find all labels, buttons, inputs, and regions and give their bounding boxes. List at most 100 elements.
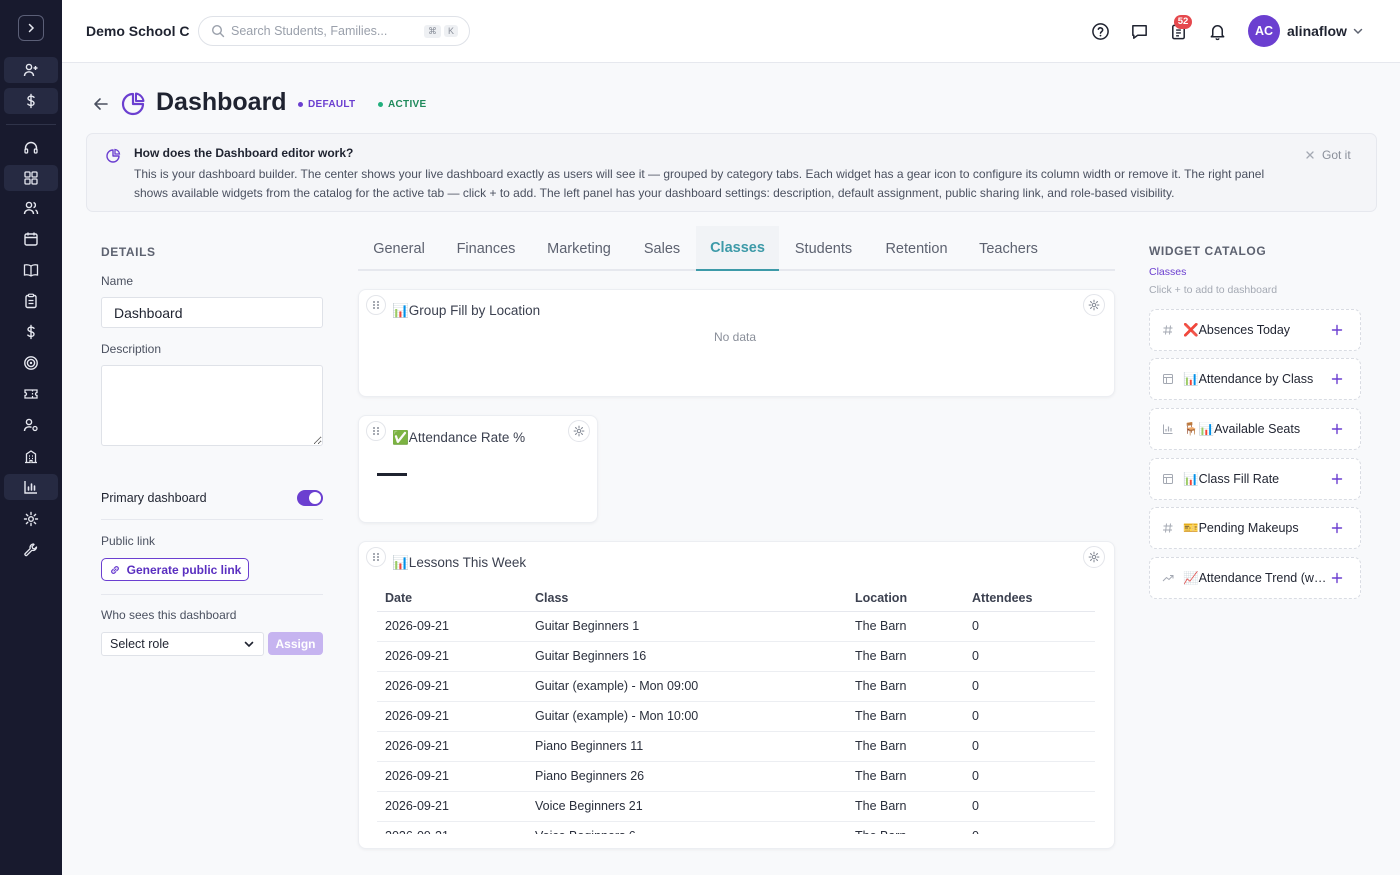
lessons-table-scroll[interactable]: Date Class Location Attendees 2026-09-21… <box>358 580 1115 834</box>
plus-icon[interactable] <box>1330 571 1344 585</box>
search-box[interactable]: ⌘ K <box>198 16 470 46</box>
sidebar-item-goals[interactable] <box>4 350 58 376</box>
catalog-heading: WIDGET CATALOG <box>1149 244 1267 258</box>
cell-location: The Barn <box>847 611 964 642</box>
tab-retention[interactable]: Retention <box>868 226 965 271</box>
widget-title: 📊Group Fill by Location <box>392 303 541 318</box>
generate-public-link-button[interactable]: Generate public link <box>101 558 249 581</box>
sidebar-item-reports[interactable] <box>4 474 58 500</box>
catalog-item-pending-makeups[interactable]: 🎫Pending Makeups <box>1149 507 1361 549</box>
catalog-item-label: 📊Attendance by Class <box>1183 372 1314 386</box>
shortcut-key-k: K <box>444 25 459 37</box>
column-header-class: Class <box>527 585 847 612</box>
search-input[interactable] <box>231 24 421 38</box>
username[interactable]: alinaflow <box>1287 23 1347 39</box>
sidebar-item-billing[interactable] <box>4 319 58 345</box>
back-arrow-icon[interactable] <box>91 94 111 114</box>
catalog-hint: Click + to add to dashboard <box>1149 284 1278 296</box>
tab-marketing[interactable]: Marketing <box>532 226 626 271</box>
hash-icon <box>1163 325 1173 335</box>
widget-title: ✅Attendance Rate % <box>392 430 526 445</box>
primary-dashboard-toggle[interactable] <box>297 490 323 506</box>
dashboard-grid-icon <box>24 171 38 185</box>
catalog-item-available-seats[interactable]: 🪑📊Available Seats <box>1149 408 1361 450</box>
drag-handle[interactable] <box>366 295 386 315</box>
banner-title: How does the Dashboard editor work? <box>134 146 354 160</box>
user-cog-icon <box>23 418 38 432</box>
catalog-item-absences-today[interactable]: ❌Absences Today <box>1149 309 1361 351</box>
description-field[interactable] <box>101 365 323 446</box>
catalog-item-attendance-trend[interactable]: 📈Attendance Trend (weekly) <box>1149 557 1361 599</box>
cell-attendees: 0 <box>964 701 1095 732</box>
bar-chart-icon <box>24 481 37 494</box>
plus-icon[interactable] <box>1330 521 1344 535</box>
building-icon <box>25 450 37 464</box>
cell-location: The Barn <box>847 821 964 834</box>
page-title: Dashboard <box>156 88 287 116</box>
role-select[interactable]: Select role <box>101 632 264 656</box>
chat-bubble-icon <box>1131 24 1147 39</box>
catalog-item-attendance-by-class[interactable]: 📊Attendance by Class <box>1149 358 1361 400</box>
catalog-item-label: 🪑📊Available Seats <box>1183 422 1301 436</box>
column-header-attendees: Attendees <box>964 585 1095 612</box>
lessons-table: Date Class Location Attendees 2026-09-21… <box>377 585 1095 834</box>
plus-icon[interactable] <box>1330 323 1344 337</box>
gear-icon <box>573 425 585 437</box>
messages-button[interactable] <box>1128 20 1150 42</box>
avatar[interactable]: AC <box>1248 15 1280 47</box>
tab-general[interactable]: General <box>358 226 440 271</box>
name-field[interactable] <box>101 297 323 328</box>
widget-settings-button[interactable] <box>1083 546 1105 568</box>
ticket-icon <box>24 389 38 399</box>
sidebar-item-tools[interactable] <box>4 537 58 563</box>
cell-class: Guitar (example) - Mon 09:00 <box>527 671 847 702</box>
top-header: Demo School C ⌘ K 52 AC alinaflow <box>62 0 1400 63</box>
tab-classes[interactable]: Classes <box>696 226 779 271</box>
tab-finances[interactable]: Finances <box>440 226 532 271</box>
sidebar-item-tickets[interactable] <box>4 381 58 407</box>
cell-location: The Barn <box>847 701 964 732</box>
dismiss-banner-button[interactable]: Got it <box>1305 148 1351 162</box>
wrench-icon <box>24 543 38 557</box>
chevron-down-icon[interactable] <box>1352 25 1364 37</box>
table-row: 2026-09-21 Guitar (example) - Mon 10:00 Th… <box>377 701 1095 732</box>
sidebar-item-settings[interactable] <box>4 506 58 532</box>
tab-teachers[interactable]: Teachers <box>965 226 1052 271</box>
help-button[interactable] <box>1089 20 1111 42</box>
hash-icon <box>1163 523 1173 533</box>
plus-icon[interactable] <box>1330 422 1344 436</box>
plus-icon[interactable] <box>1330 472 1344 486</box>
sidebar-item-add-user[interactable] <box>4 57 58 83</box>
public-link-label: Public link <box>101 534 156 548</box>
column-header-location: Location <box>847 585 964 612</box>
table-row: 2026-09-21 Guitar (example) - Mon 09:00 Th… <box>377 671 1095 702</box>
tab-sales[interactable]: Sales <box>626 226 698 271</box>
catalog-item-class-fill-rate[interactable]: 📊Class Fill Rate <box>1149 458 1361 500</box>
widget-settings-button[interactable] <box>568 420 590 442</box>
sidebar-item-user-settings[interactable] <box>4 412 58 438</box>
sidebar-item-support[interactable] <box>4 135 58 161</box>
cell-date: 2026-09-21 <box>377 701 527 732</box>
link-icon <box>110 565 119 574</box>
expand-sidebar-button[interactable] <box>18 15 44 41</box>
widget-settings-button[interactable] <box>1083 294 1105 316</box>
drag-handle[interactable] <box>366 547 386 567</box>
drag-dots-icon <box>373 427 379 435</box>
assign-button[interactable]: Assign <box>268 632 323 655</box>
sidebar-item-people[interactable] <box>4 195 58 221</box>
plus-icon[interactable] <box>1330 372 1344 386</box>
description-label: Description <box>101 342 162 356</box>
sidebar <box>0 0 62 875</box>
sidebar-item-payments[interactable] <box>4 88 58 114</box>
catalog-item-label: 🎫Pending Makeups <box>1183 521 1299 535</box>
drag-handle[interactable] <box>366 421 386 441</box>
tab-students[interactable]: Students <box>779 226 868 271</box>
sidebar-item-calendar[interactable] <box>4 226 58 252</box>
sidebar-item-attendance[interactable] <box>4 288 58 314</box>
table-row: 2026-09-21Voice Beginners 6The Barn0 <box>377 821 1095 834</box>
sidebar-item-dashboards[interactable] <box>4 165 58 191</box>
cell-class: Guitar Beginners 1 <box>527 611 847 642</box>
sidebar-item-courses[interactable] <box>4 257 58 283</box>
sidebar-item-locations[interactable] <box>4 443 58 469</box>
notifications-button[interactable] <box>1206 20 1228 42</box>
